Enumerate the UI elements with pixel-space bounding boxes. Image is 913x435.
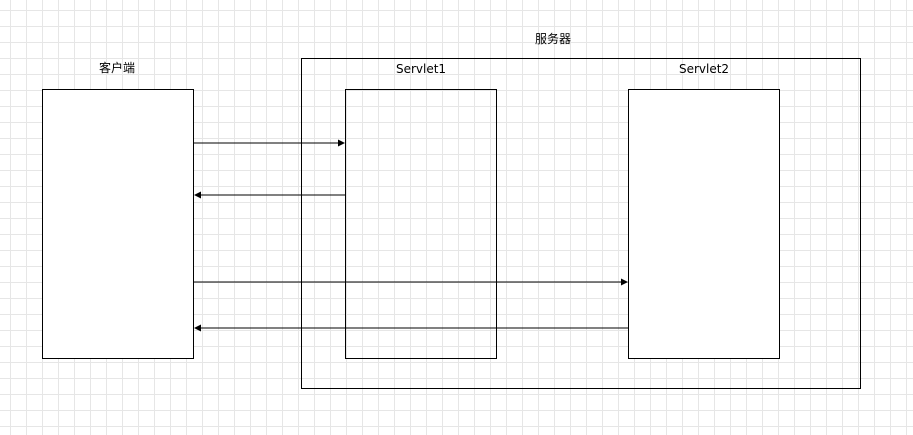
request-arrow-to-servlet1 — [194, 139, 345, 147]
diagram-canvas: 服务器 Servlet1 Servlet2 客户端 — [0, 0, 913, 435]
response-arrow-from-servlet1 — [194, 191, 345, 199]
response-arrow-from-servlet2 — [194, 324, 628, 332]
arrows-layer — [194, 139, 628, 332]
request-arrow-to-servlet2 — [194, 278, 628, 286]
